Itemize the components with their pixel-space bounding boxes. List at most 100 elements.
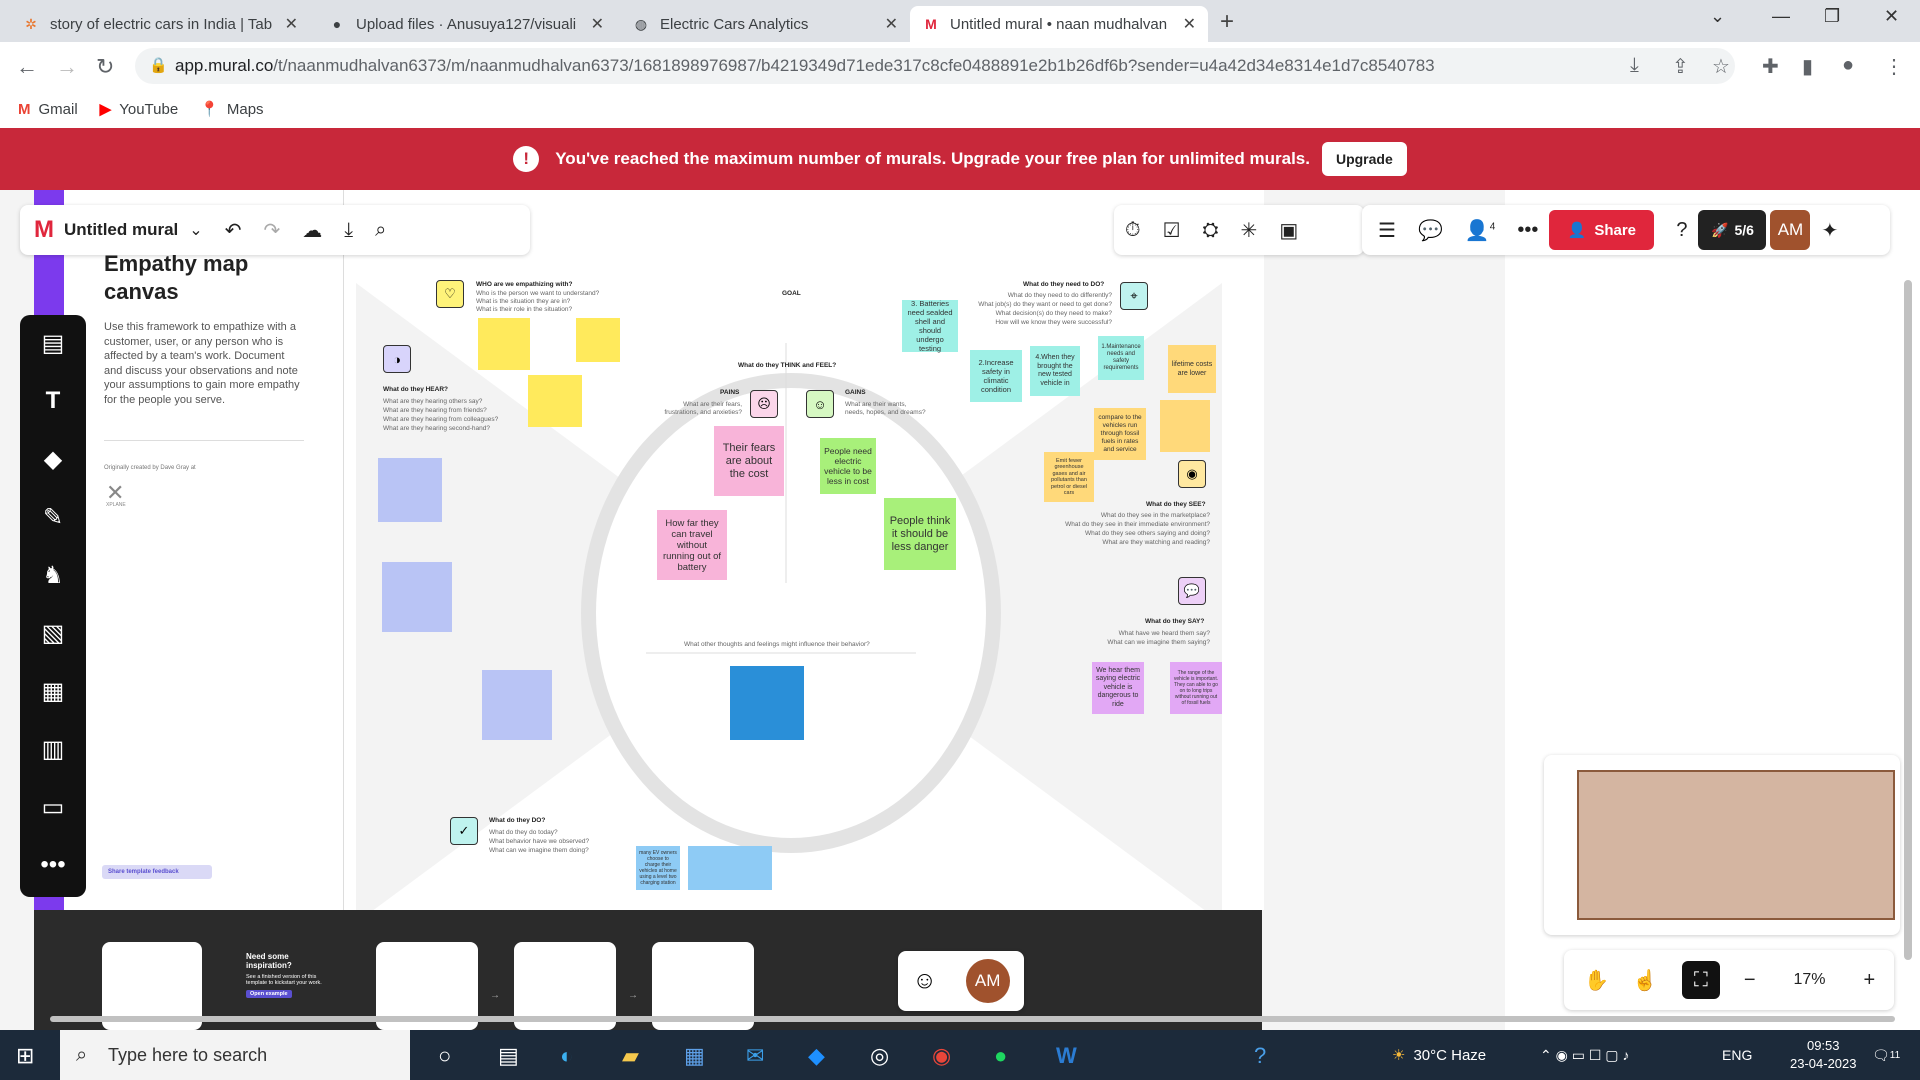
ai-sparkle-icon[interactable]: ✦ bbox=[1821, 218, 1838, 243]
template-feedback-button[interactable]: Share template feedback bbox=[102, 865, 212, 879]
maximize-button[interactable]: ❐ bbox=[1824, 6, 1840, 27]
bookmark-gmail[interactable]: M Gmail bbox=[18, 101, 78, 118]
upgrade-button[interactable]: Upgrade bbox=[1321, 142, 1407, 176]
spotify-icon[interactable]: ● bbox=[994, 1043, 1007, 1069]
tab-mural[interactable]: M Untitled mural • naan mudhalvan ✕ bbox=[910, 6, 1208, 42]
laser-pointer-icon[interactable]: ✳ bbox=[1241, 218, 1258, 243]
pointer-hand-icon[interactable]: ☝ bbox=[1633, 968, 1658, 993]
emoji-icon[interactable]: ☺ bbox=[912, 967, 937, 995]
tab-electric-cars[interactable]: ◍ Electric Cars Analytics ✕ bbox=[620, 6, 910, 42]
voting-icon[interactable]: ☑ bbox=[1163, 218, 1181, 243]
comments-icon[interactable]: 💬 bbox=[1418, 218, 1443, 243]
more-icon[interactable]: ••• bbox=[1517, 219, 1538, 242]
mural-title[interactable]: Untitled mural bbox=[64, 220, 178, 240]
forward-icon[interactable]: → bbox=[56, 54, 78, 80]
search-icon[interactable]: ⌕ bbox=[375, 219, 386, 242]
reload-icon[interactable]: ↻ bbox=[96, 54, 114, 80]
canvas[interactable]: Empathy map canvas Use this framework to… bbox=[0, 190, 1505, 1030]
zoom-out-icon[interactable]: − bbox=[1744, 969, 1756, 992]
fit-view-icon[interactable]: ⛶ bbox=[1681, 961, 1720, 999]
sticky-note[interactable] bbox=[730, 666, 804, 740]
sticky-note[interactable]: People need electric vehicle to be less … bbox=[820, 438, 876, 494]
zoom-in-icon[interactable]: + bbox=[1864, 969, 1876, 992]
mural-logo-icon[interactable]: M bbox=[34, 216, 54, 244]
icons-library-icon[interactable]: ♞ bbox=[20, 561, 86, 590]
horizontal-scrollbar[interactable] bbox=[50, 1016, 1895, 1022]
notifications-icon[interactable]: 🗨 11 bbox=[1872, 1030, 1900, 1080]
chrome-icon[interactable]: ◉ bbox=[932, 1043, 951, 1069]
tray-icons[interactable]: ⌃ ◉ ▭ ☐ ▢ ♪ bbox=[1540, 1030, 1629, 1080]
file-explorer-icon[interactable]: ▰ bbox=[622, 1043, 639, 1069]
image-icon[interactable]: ▧ bbox=[20, 619, 86, 648]
bookmark-maps[interactable]: 📍 Maps bbox=[200, 100, 263, 119]
bookmark-star-icon[interactable]: ☆ bbox=[1712, 54, 1730, 79]
user-avatar[interactable]: AM bbox=[1770, 210, 1811, 250]
sticky-note[interactable] bbox=[728, 846, 772, 890]
weather-widget[interactable]: ☀ 30°C Haze bbox=[1392, 1030, 1486, 1080]
sticky-note[interactable]: 4.When they brought the new tested vehic… bbox=[1030, 346, 1080, 396]
sticky-note[interactable]: lifetime costs are lower bbox=[1168, 345, 1216, 393]
download-icon[interactable]: ⤓ bbox=[344, 219, 353, 242]
sticky-note[interactable]: Their fears are about the cost bbox=[714, 426, 784, 496]
undo-icon[interactable]: ↶ bbox=[225, 218, 242, 243]
store-icon[interactable]: ▦ bbox=[684, 1043, 705, 1069]
extensions-icon[interactable]: ✚ bbox=[1762, 54, 1779, 79]
shapes-icon[interactable]: ◆ bbox=[20, 445, 86, 474]
cursor-avatar[interactable]: AM bbox=[965, 959, 1010, 1003]
share-button[interactable]: 👤 Share bbox=[1549, 210, 1655, 250]
windows-start-icon[interactable]: ⊞ bbox=[16, 1043, 34, 1069]
private-mode-icon[interactable]: ⛭ bbox=[1203, 219, 1219, 242]
vertical-scrollbar[interactable] bbox=[1904, 280, 1912, 960]
draw-icon[interactable]: ✎ bbox=[20, 503, 86, 532]
close-icon[interactable]: ✕ bbox=[285, 14, 298, 34]
clock[interactable]: 09:53 23-04-2023 bbox=[1790, 1030, 1857, 1080]
close-icon[interactable]: ✕ bbox=[591, 14, 604, 34]
sticky-note[interactable] bbox=[478, 318, 530, 370]
archive-icon[interactable]: ▭ bbox=[20, 793, 86, 822]
tab-github[interactable]: ● Upload files · Anusuya127/visuali ✕ bbox=[316, 6, 616, 42]
edge-icon[interactable]: ◐ bbox=[560, 1043, 573, 1069]
sticky-note[interactable]: 1.Maintenance needs and safety requireme… bbox=[1098, 336, 1144, 380]
sticky-note[interactable] bbox=[382, 562, 452, 632]
sticky-note[interactable] bbox=[688, 846, 732, 890]
chevron-down-icon[interactable]: ⌄ bbox=[189, 220, 202, 240]
sticky-note[interactable]: 3. Batteries need sealded shell and shou… bbox=[902, 299, 958, 353]
dropbox-icon[interactable]: ◆ bbox=[808, 1043, 825, 1069]
sticky-note[interactable]: The range of the vehicle is important. T… bbox=[1170, 662, 1222, 714]
minimap-viewport[interactable] bbox=[1577, 770, 1895, 920]
close-icon[interactable]: ✕ bbox=[1183, 14, 1196, 34]
templates-icon[interactable]: ▦ bbox=[20, 677, 86, 706]
taskbar-search[interactable]: ⌕ Type here to search bbox=[60, 1030, 410, 1080]
cloud-saved-icon[interactable]: ☁ bbox=[302, 218, 322, 243]
toolbox-icon[interactable]: ▣ bbox=[1279, 218, 1298, 243]
zoom-level[interactable]: 17% bbox=[1780, 971, 1840, 989]
sticky-note[interactable]: many EV owners choose to charge their ve… bbox=[636, 846, 680, 890]
mail-icon[interactable]: ✉ bbox=[746, 1043, 764, 1069]
more-tools-icon[interactable]: ••• bbox=[20, 851, 86, 879]
minimap[interactable] bbox=[1544, 755, 1900, 935]
open-example-button[interactable]: Open example bbox=[246, 990, 292, 998]
sticky-note[interactable]: 2.Increase safety in climatic condition bbox=[970, 350, 1022, 402]
word-icon[interactable]: W bbox=[1056, 1043, 1077, 1069]
close-icon[interactable]: ✕ bbox=[885, 14, 898, 34]
share-page-icon[interactable]: ⇪ bbox=[1672, 54, 1689, 79]
help-icon[interactable]: ? bbox=[1254, 1043, 1266, 1069]
members-icon[interactable]: 👤4 bbox=[1465, 218, 1495, 243]
sticky-note[interactable] bbox=[482, 670, 552, 740]
app-icon[interactable]: ◎ bbox=[870, 1043, 889, 1069]
install-icon[interactable]: ⤓ bbox=[1630, 54, 1639, 77]
frameworks-icon[interactable]: ▥ bbox=[20, 735, 86, 764]
sticky-note[interactable]: compare to the vehicles run through foss… bbox=[1094, 408, 1146, 460]
profile-icon[interactable]: ● bbox=[1842, 54, 1854, 77]
cortana-icon[interactable]: ○ bbox=[438, 1043, 451, 1069]
outline-icon[interactable]: ☰ bbox=[1378, 218, 1396, 243]
new-tab-button[interactable]: + bbox=[1220, 8, 1234, 36]
url-field[interactable]: 🔒 app.mural.co/t/naanmudhalvan6373/m/naa… bbox=[135, 48, 1735, 84]
tab-tableau[interactable]: ✲ story of electric cars in India | Tab … bbox=[10, 6, 310, 42]
back-icon[interactable]: ← bbox=[16, 54, 38, 80]
sticky-note[interactable] bbox=[528, 375, 582, 427]
sticky-note[interactable] bbox=[1160, 400, 1210, 452]
sticky-note[interactable]: Emit fewer greenhouse gases and air poll… bbox=[1044, 452, 1094, 502]
tab-search-icon[interactable]: ⌄ bbox=[1710, 6, 1725, 27]
minimize-button[interactable]: — bbox=[1772, 6, 1790, 27]
